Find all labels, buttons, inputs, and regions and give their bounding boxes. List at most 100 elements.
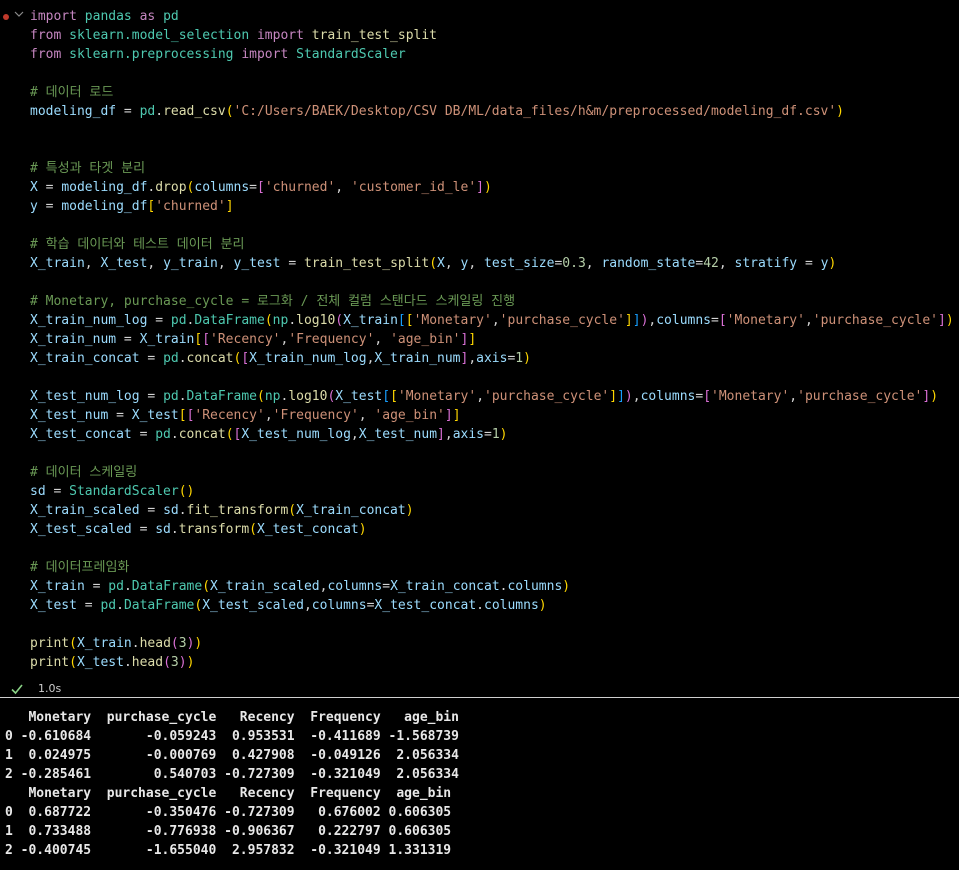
code-token: X_train_num_log: [30, 313, 148, 328]
output-line: Monetary purchase_cycle Recency Frequenc…: [5, 786, 452, 801]
code-token: concat: [178, 427, 226, 442]
code-token: log10: [296, 313, 336, 328]
code-token: sklearn.model_selection: [61, 28, 257, 43]
code-token: =: [116, 104, 140, 119]
output-line: 2 -0.400745 -1.655040 2.957832 -0.321049…: [5, 843, 452, 858]
code-token: # 데이터프레임화: [30, 560, 130, 575]
code-token: ,: [217, 256, 234, 271]
code-line[interactable]: X_train_num = X_train[['Recency','Freque…: [30, 330, 476, 349]
code-token: ): [186, 655, 195, 670]
code-token: =: [37, 180, 62, 195]
breakpoint-dot[interactable]: [3, 14, 9, 20]
code-line[interactable]: X_train_num_log = pd.DataFrame(np.log10(…: [30, 311, 954, 330]
code-line[interactable]: X_train, X_test, y_train, y_test = train…: [30, 254, 836, 273]
code-token: DataFrame: [186, 389, 257, 404]
code-token: X_test_scaled: [202, 598, 304, 613]
code-line[interactable]: y = modeling_df['churned']: [30, 197, 234, 216]
cell-status-bar: 1.0s: [0, 680, 959, 698]
code-token: (: [69, 655, 77, 670]
code-token: ]: [922, 389, 931, 404]
code-line[interactable]: X_train_concat = pd.concat([X_train_num_…: [30, 349, 531, 368]
code-line[interactable]: X_test_num = X_test[['Recency','Frequenc…: [30, 406, 461, 425]
code-line[interactable]: sd = StandardScaler(): [30, 482, 194, 501]
code-line[interactable]: X_test_num_log = pd.DataFrame(np.log10(X…: [30, 387, 938, 406]
code-token: ,: [303, 598, 312, 613]
code-line[interactable]: from sklearn.model_selection import trai…: [30, 26, 437, 45]
execution-time: 1.0s: [38, 682, 62, 695]
code-token: # 특성과 타겟 분리: [30, 161, 146, 176]
code-token: ): [930, 389, 939, 404]
code-line[interactable]: modeling_df = pd.read_csv('C:/Users/BAEK…: [30, 102, 844, 121]
code-token: X_test_concat: [30, 427, 132, 442]
code-token: columns: [311, 598, 367, 613]
output-divider: [0, 697, 959, 698]
code-token: ,: [335, 180, 351, 195]
code-line[interactable]: import pandas as pd: [30, 7, 179, 26]
code-token: log10: [288, 389, 328, 404]
code-token: =: [45, 484, 70, 499]
code-token: =: [76, 598, 101, 613]
code-token: .: [170, 522, 179, 537]
code-token: =: [695, 256, 704, 271]
code-token: 'Recency': [210, 332, 281, 347]
code-line[interactable]: X_test_scaled = sd.transform(X_test_conc…: [30, 520, 367, 539]
code-token: import: [256, 28, 304, 43]
code-token: ,: [350, 427, 359, 442]
code-token: drop: [155, 180, 187, 195]
code-token: ]: [225, 199, 234, 214]
code-token: columns: [656, 313, 712, 328]
code-line[interactable]: print(X_test.head(3)): [30, 653, 194, 672]
code-token: [: [241, 351, 250, 366]
code-token: X_train: [30, 579, 85, 594]
code-cell[interactable]: import pandas as pd from sklearn.model_se…: [0, 0, 959, 680]
chevron-down-icon[interactable]: [14, 9, 24, 19]
code-token: 'Monetary': [711, 389, 790, 404]
code-token: ): [484, 180, 492, 195]
code-token: X_train_scaled: [210, 579, 320, 594]
code-token: X_test_num: [30, 408, 109, 423]
code-line[interactable]: # 데이터 로드: [30, 83, 113, 102]
code-token: pd: [108, 579, 124, 594]
code-line[interactable]: # 학습 데이터와 테스트 데이터 분리: [30, 235, 244, 254]
output-line: 0 0.687722 -0.350476 -0.727309 0.676002 …: [5, 805, 452, 820]
code-token: ,: [147, 256, 164, 271]
code-token: X_train_concat: [30, 351, 140, 366]
code-token: modeling_df: [61, 180, 148, 195]
code-token: train_test_split: [303, 28, 438, 43]
code-token: 'Monetary': [726, 313, 805, 328]
output-line: Monetary purchase_cycle Recency Frequenc…: [5, 710, 459, 725]
code-token: (: [264, 313, 273, 328]
code-line[interactable]: from sklearn.preprocessing import Standa…: [30, 45, 406, 64]
code-line[interactable]: # 특성과 타겟 분리: [30, 159, 145, 178]
code-line[interactable]: X_train = pd.DataFrame(X_train_scaled,co…: [30, 577, 570, 596]
code-line[interactable]: # 데이터프레임화: [30, 558, 129, 577]
code-token: =: [131, 522, 156, 537]
code-token: =: [131, 427, 156, 442]
code-line[interactable]: # Monetary, purchase_cycle = 로그화 / 전체 컬럼…: [30, 292, 515, 311]
code-token: # 데이터 로드: [30, 85, 114, 100]
code-token: ,: [476, 389, 485, 404]
code-token: =: [147, 313, 171, 328]
code-token: 1: [515, 351, 524, 366]
code-line[interactable]: X_train_scaled = sd.fit_transform(X_trai…: [30, 501, 414, 520]
code-line[interactable]: X_test = pd.DataFrame(X_test_scaled,colu…: [30, 596, 547, 615]
code-line[interactable]: # 데이터 스케일링: [30, 463, 137, 482]
code-line[interactable]: print(X_train.head(3)): [30, 634, 202, 653]
code-token: .: [178, 351, 187, 366]
code-token: ,: [358, 408, 375, 423]
code-token: axis: [476, 351, 508, 366]
code-line[interactable]: X = modeling_df.drop(columns=['churned',…: [30, 178, 492, 197]
code-token: 'purchase_cycle': [499, 313, 625, 328]
code-token: import: [241, 47, 289, 62]
code-token: =: [484, 427, 492, 442]
code-token: 0.3: [562, 256, 586, 271]
code-token: X_train: [139, 332, 195, 347]
code-token: ): [523, 351, 531, 366]
code-token: .: [123, 655, 132, 670]
code-token: ,: [789, 389, 798, 404]
output-line: 1 0.733488 -0.776938 -0.906367 0.222797 …: [5, 824, 452, 839]
code-line[interactable]: X_test_concat = pd.concat([X_test_num_lo…: [30, 425, 507, 444]
code-token: =: [139, 503, 164, 518]
code-token: sd: [30, 484, 46, 499]
code-token: ,: [718, 256, 735, 271]
